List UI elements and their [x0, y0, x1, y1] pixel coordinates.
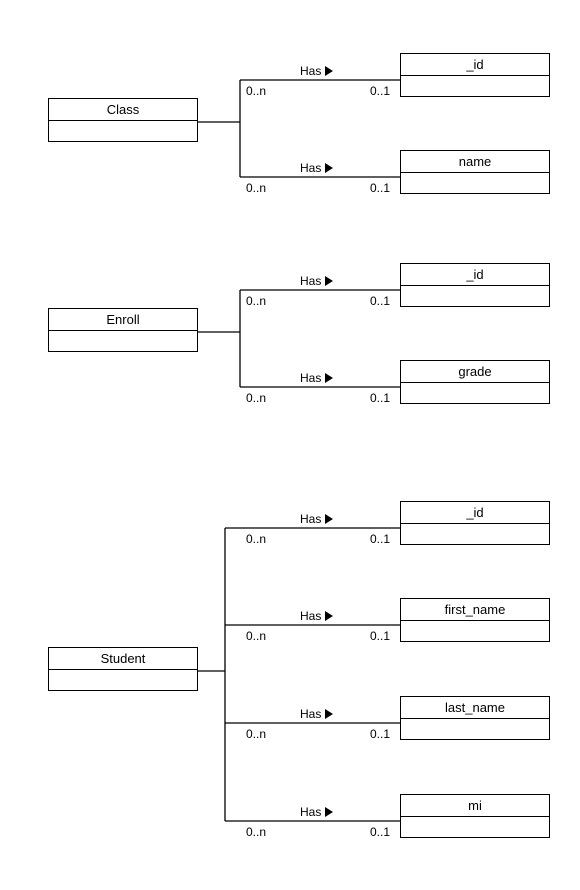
attr-class-id: _id — [400, 53, 550, 97]
relation-label: Has — [300, 274, 333, 288]
triangle-icon — [325, 163, 333, 173]
triangle-icon — [325, 709, 333, 719]
attr-enroll-grade-title: grade — [401, 361, 549, 383]
entity-class-title: Class — [49, 99, 197, 121]
multiplicity-right: 0..1 — [370, 181, 390, 195]
triangle-icon — [325, 611, 333, 621]
attr-student-id: _id — [400, 501, 550, 545]
multiplicity-right: 0..1 — [370, 629, 390, 643]
multiplicity-left: 0..n — [246, 294, 266, 308]
entity-enroll: Enroll — [48, 308, 198, 352]
relation-label: Has — [300, 64, 333, 78]
attr-enroll-id: _id — [400, 263, 550, 307]
multiplicity-right: 0..1 — [370, 84, 390, 98]
attr-class-name-title: name — [401, 151, 549, 173]
entity-enroll-title: Enroll — [49, 309, 197, 331]
attr-student-id-title: _id — [401, 502, 549, 524]
triangle-icon — [325, 66, 333, 76]
triangle-icon — [325, 807, 333, 817]
triangle-icon — [325, 276, 333, 286]
attr-student-firstname: first_name — [400, 598, 550, 642]
triangle-icon — [325, 373, 333, 383]
relation-label: Has — [300, 371, 333, 385]
entity-class: Class — [48, 98, 198, 142]
attr-student-mi: mi — [400, 794, 550, 838]
multiplicity-left: 0..n — [246, 391, 266, 405]
attr-class-id-title: _id — [401, 54, 549, 76]
multiplicity-left: 0..n — [246, 825, 266, 839]
triangle-icon — [325, 514, 333, 524]
multiplicity-left: 0..n — [246, 532, 266, 546]
attr-student-lastname-title: last_name — [401, 697, 549, 719]
multiplicity-right: 0..1 — [370, 727, 390, 741]
multiplicity-right: 0..1 — [370, 825, 390, 839]
multiplicity-left: 0..n — [246, 84, 266, 98]
multiplicity-left: 0..n — [246, 629, 266, 643]
entity-student-title: Student — [49, 648, 197, 670]
multiplicity-left: 0..n — [246, 727, 266, 741]
attr-student-mi-title: mi — [401, 795, 549, 817]
attr-student-lastname: last_name — [400, 696, 550, 740]
relation-label: Has — [300, 707, 333, 721]
relation-label: Has — [300, 161, 333, 175]
entity-student: Student — [48, 647, 198, 691]
relation-label: Has — [300, 609, 333, 623]
attr-enroll-grade: grade — [400, 360, 550, 404]
attr-class-name: name — [400, 150, 550, 194]
er-diagram: Class _id Has 0..n 0..1 name Has 0..n 0.… — [0, 0, 580, 890]
multiplicity-right: 0..1 — [370, 532, 390, 546]
relation-label: Has — [300, 512, 333, 526]
multiplicity-left: 0..n — [246, 181, 266, 195]
multiplicity-right: 0..1 — [370, 294, 390, 308]
relation-label: Has — [300, 805, 333, 819]
attr-student-firstname-title: first_name — [401, 599, 549, 621]
attr-enroll-id-title: _id — [401, 264, 549, 286]
multiplicity-right: 0..1 — [370, 391, 390, 405]
